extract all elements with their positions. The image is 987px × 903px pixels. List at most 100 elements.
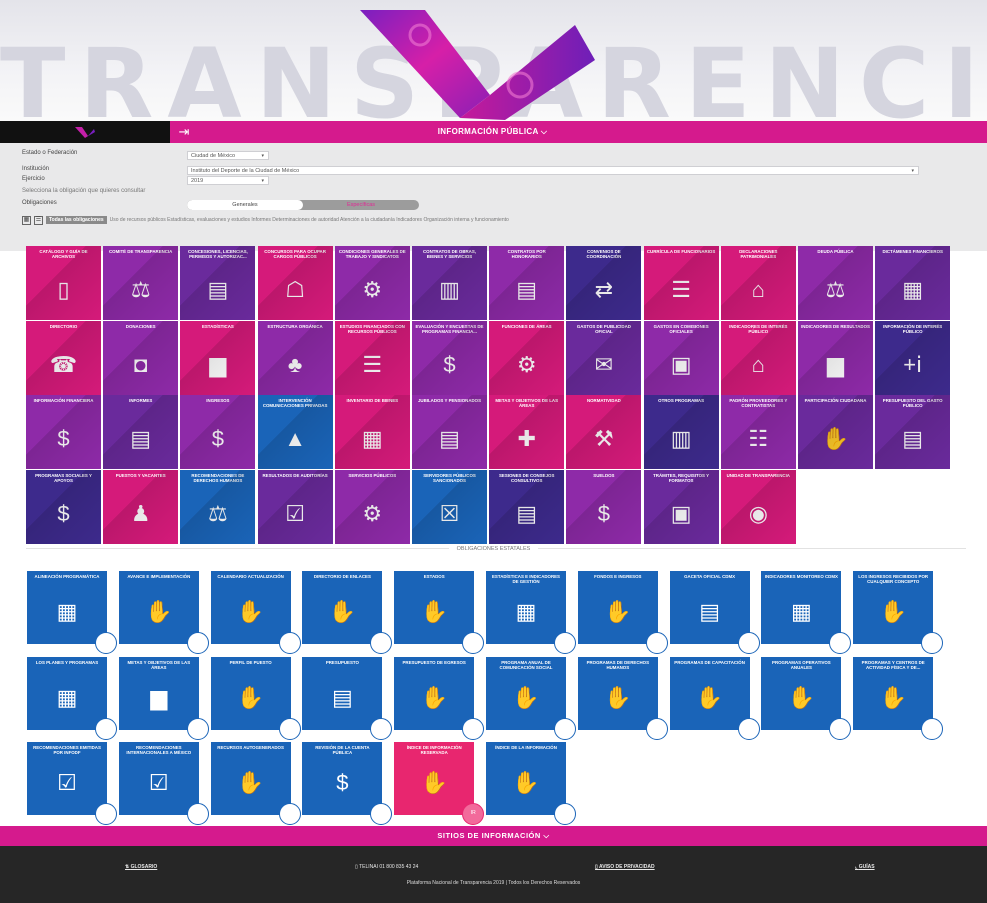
state-obligation-tile[interactable]: Presupuesto ▤ — [302, 656, 393, 740]
privacy-link[interactable]: ▯ AVISO DE PRIVACIDAD — [595, 864, 655, 870]
obligation-tile[interactable]: Convenios de coordinación ⇄ — [566, 246, 642, 320]
state-obligation-tile[interactable]: Presupuesto de egresos ✋ — [394, 656, 485, 740]
obligation-tile[interactable]: Resultados de auditorías ☑ — [257, 469, 333, 544]
obligation-tile[interactable]: Ingresos $ — [180, 395, 256, 469]
obligation-tile[interactable]: Comité de transparencia ⚖ — [103, 246, 179, 320]
tile-icon: ✋ — [236, 599, 265, 624]
grid-view-icon[interactable]: ▦ — [22, 215, 31, 225]
obligation-tile[interactable]: Unidad de transparencia ◉ — [720, 469, 796, 544]
obligation-tile[interactable]: Otros programas ▥ — [643, 395, 719, 469]
tile-icon: ⌂ — [751, 277, 765, 302]
obligation-tile[interactable]: Contratos de obras, bienes y servicios ▥ — [412, 246, 487, 320]
glossary-link[interactable]: ⇅ GLOSARIO — [125, 864, 157, 870]
state-obligation-tile[interactable]: Índice de la información ✋ — [486, 742, 576, 825]
state-obligation-tile[interactable]: Recomendaciones emitidas por INFODF ☑ — [27, 742, 117, 825]
state-obligation-tile[interactable]: Recomendaciones internacionales a México… — [118, 742, 209, 825]
site-logo[interactable] — [0, 121, 170, 143]
obligation-tile[interactable]: Información financiera $ — [26, 395, 101, 469]
tile-label: Servicios públicos — [348, 472, 397, 478]
tab-especificas[interactable]: Específicas — [303, 200, 419, 210]
obligation-tile[interactable]: Funciones de áreas ⚙ — [489, 320, 565, 395]
obligation-tile[interactable]: Servidores públicos sancionados ☒ — [412, 469, 487, 544]
tile-corner-badge — [186, 717, 209, 740]
obligation-tile[interactable]: Dictámenes financieros ▦ — [875, 246, 951, 320]
obligation-tile[interactable]: Estructura orgánica ♣ — [257, 320, 333, 395]
obligations-toggle[interactable]: Generales Específicas — [187, 200, 419, 210]
login-icon[interactable]: ⇥ — [170, 121, 198, 143]
obligation-tile[interactable]: Intervención comunicaciones privadas ▲ — [257, 395, 333, 469]
obligation-tile[interactable]: Participación ciudadana ✋ — [798, 395, 873, 469]
nav-title[interactable]: INFORMACIÓN PÚBLICA ⌵ — [198, 121, 987, 143]
quick-filter-links[interactable]: Uso de recursos públicos Estadísticas, e… — [110, 217, 509, 223]
state-obligation-tile[interactable]: Estados ✋ — [394, 571, 485, 654]
state-obligation-tile[interactable]: Índice de información reservada ✋ IR — [394, 742, 485, 825]
obligation-tile[interactable]: Sueldos $ — [566, 469, 642, 544]
obligation-tile[interactable]: Padrón proveedores y contratistas ☷ — [720, 395, 796, 469]
obligation-tile[interactable]: Trámites, requisitos y formatos ▣ — [643, 469, 719, 544]
tile-icon: ▤ — [439, 426, 460, 451]
obligation-tile[interactable]: Puestos y vacantes ♟ — [103, 469, 179, 544]
state-obligation-tile[interactable]: Estadísticas e indicadores de gestión ▦ — [486, 571, 576, 654]
obligation-tile[interactable]: Gastos en comisiones oficiales ▣ — [643, 320, 719, 395]
state-obligation-tile[interactable]: Programas de derechos humanos ✋ — [577, 656, 668, 740]
obligation-tile[interactable]: Indicadores de interés público ⌂ — [720, 320, 796, 395]
obligation-tile[interactable]: Contratos por honorarios ▤ — [489, 246, 565, 320]
state-obligation-tile[interactable]: Programas de capacitación ✋ — [669, 656, 760, 740]
sitios-bar[interactable]: SITIOS DE INFORMACIÓN ⌵ — [0, 826, 987, 846]
state-select[interactable]: Ciudad de México ▾ — [187, 151, 269, 160]
state-obligation-tile[interactable]: Avance e implementación ✋ — [118, 571, 209, 654]
obligation-tile[interactable]: Sesiones de consejos consultivos ▤ — [489, 469, 565, 544]
obligation-tile[interactable]: Estadísticas ▆ — [180, 320, 256, 395]
obligation-tile[interactable]: Jubilados y pensionados ▤ — [412, 395, 487, 469]
state-obligation-tile[interactable]: Directorio de enlaces ✋ — [302, 571, 393, 654]
obligation-tile[interactable]: Información de interés público +ⅰ — [875, 320, 951, 395]
obligation-tile[interactable]: Normatividad ⚒ — [566, 395, 642, 469]
state-obligation-tile[interactable]: Fondos e ingresos ✋ — [577, 571, 668, 654]
tile-label: Calendario actualización — [217, 574, 284, 579]
state-obligation-tile[interactable]: Los planes y programas ▦ — [27, 656, 117, 740]
tab-generales[interactable]: Generales — [187, 200, 303, 210]
obligation-tile[interactable]: Currícula de funcionarios ☰ — [643, 246, 719, 320]
tile-icon: ☑ — [285, 500, 305, 526]
state-obligation-tile[interactable]: Programa anual de comunicación social ✋ — [486, 656, 576, 740]
state-obligation-tile[interactable]: Perfil de puesto ✋ — [210, 656, 301, 740]
obligation-tile[interactable]: Inventario de bienes ▦ — [334, 395, 410, 469]
obligation-tile[interactable]: Metas y objetivos de las áreas ✚ — [489, 395, 565, 469]
state-obligation-tile[interactable]: Indicadores monitoreo CDMX ▦ — [761, 571, 852, 654]
obligation-tile[interactable]: Servicios públicos ⚙ — [334, 469, 410, 544]
obligation-tile[interactable]: Concursos para ocupar cargos públicos ☖ — [257, 246, 333, 320]
obligation-tile[interactable]: Deuda pública ⚖ — [798, 246, 873, 320]
obligation-tile[interactable]: Indicadores de resultados ▆ — [798, 320, 873, 395]
obligation-tile[interactable]: Condiciones generales de trabajo y sindi… — [334, 246, 410, 320]
obligation-tile[interactable]: Programas sociales y apoyos $ — [26, 469, 101, 544]
obligation-tile[interactable]: Informes ▤ — [103, 395, 179, 469]
state-obligation-tile[interactable]: Programas y centros de actividad física … — [853, 656, 944, 740]
tile-icon: $ — [597, 500, 611, 526]
state-obligation-tile[interactable]: Calendario actualización ✋ — [210, 571, 301, 654]
tile-label: Indicadores monitoreo CDMX — [764, 574, 838, 579]
obligation-tile[interactable]: Directorio ☎ — [26, 320, 101, 395]
obligation-tile[interactable]: Concesiones, licencias, permisos y autor… — [180, 246, 256, 320]
obligation-tile[interactable]: Presupuesto del gasto público ▤ — [875, 395, 951, 469]
state-obligation-tile[interactable]: Metas y objetivos de las áreas ▆ — [118, 656, 209, 740]
year-select[interactable]: 2019 ▾ — [187, 176, 269, 185]
all-obligations-tag[interactable]: Todas las obligaciones — [46, 216, 107, 224]
tile-icon: ◘ — [134, 351, 148, 377]
state-obligation-tile[interactable]: Recursos autogenerados ✋ — [210, 742, 301, 825]
state-obligation-tile[interactable]: Los ingresos recibidos por cualquier con… — [853, 571, 944, 654]
institution-select[interactable]: Instituto del Deporte de la Ciudad de Mé… — [187, 166, 919, 175]
obligation-tile[interactable]: Gastos de publicidad oficial ✉ — [566, 320, 642, 395]
tile-corner-badge — [554, 717, 576, 740]
obligation-tile[interactable]: Evaluación y encuestas de programas fina… — [412, 320, 487, 395]
obligation-tile[interactable]: Donaciones ◘ — [103, 320, 179, 395]
state-obligation-tile[interactable]: Gaceta oficial CDMX ▤ — [669, 571, 760, 654]
state-obligation-tile[interactable]: Revisión de la cuenta pública $ — [302, 742, 393, 825]
guides-link[interactable]: ⌞ GUÍAS — [855, 864, 875, 870]
obligation-tile[interactable]: Recomendaciones de derechos humanos ⚖ — [180, 469, 256, 544]
state-obligation-tile[interactable]: Programas operativos anuales ✋ — [761, 656, 852, 740]
obligation-tile[interactable]: Estudios financiados con recursos públic… — [334, 320, 410, 395]
obligation-tile[interactable]: Declaraciones patrimoniales ⌂ — [720, 246, 796, 320]
list-view-icon[interactable]: ☰ — [34, 215, 43, 225]
state-obligation-tile[interactable]: Alineación programática ▦ — [27, 571, 117, 654]
obligation-tile[interactable]: Catálogo y guía de archivos ▯ — [26, 246, 101, 320]
